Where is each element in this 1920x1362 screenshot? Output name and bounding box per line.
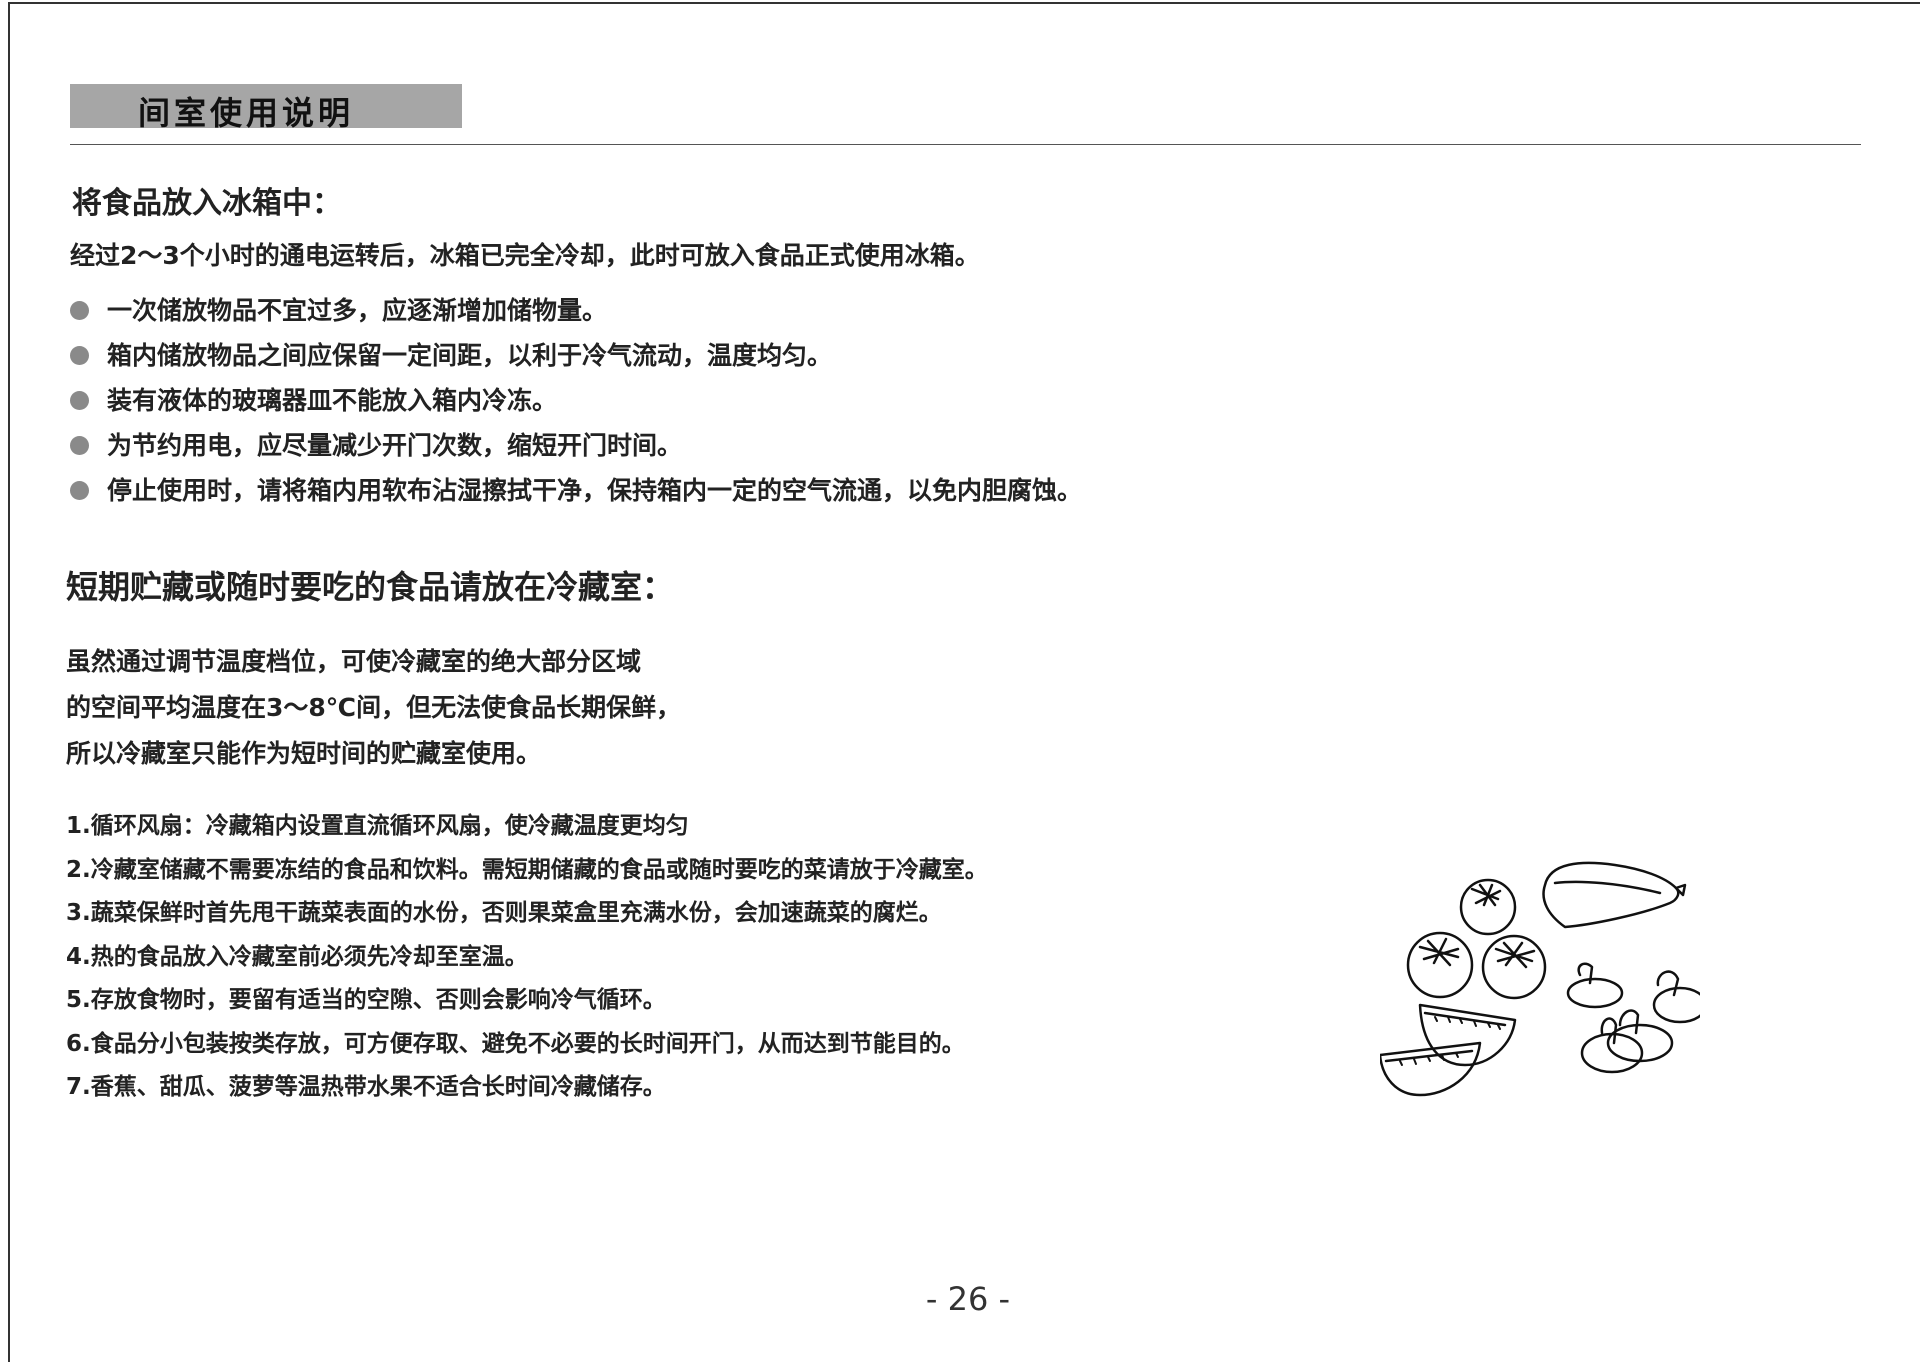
bullet-dot-icon [70, 481, 89, 500]
refrigerator-paragraph: 虽然通过调节温度档位，可使冷藏室的绝大部分区域 的空间平均温度在3～8℃间，但无… [66, 644, 681, 782]
list-item: 装有液体的玻璃器皿不能放入箱内冷冻。 [70, 378, 1082, 423]
banner-title: 间室使用说明 [138, 94, 355, 132]
bullet-dot-icon [70, 301, 89, 320]
bullet-dot-icon [70, 346, 89, 365]
list-item: 停止使用时，请将箱内用软布沾湿擦拭干净，保持箱内一定的空气流通，以免内胆腐蚀。 [70, 468, 1082, 513]
intro-text: 经过2～3个小时的通电运转后，冰箱已完全冷却，此时可放入食品正式使用冰箱。 [70, 241, 980, 270]
list-item: 2.冷藏室储藏不需要冻结的食品和饮料。需短期储藏的食品或随时要吃的菜请放于冷藏室… [66, 856, 988, 883]
paragraph-line: 的空间平均温度在3～8℃间，但无法使食品长期保鲜， [66, 693, 682, 722]
paragraph-line: 虽然通过调节温度档位，可使冷藏室的绝大部分区域 [66, 647, 642, 676]
list-item: 7.香蕉、甜瓜、菠萝等温热带水果不适合长时间冷藏储存。 [66, 1074, 666, 1100]
list-item: 5.存放食物时，要留有适当的空隙、否则会影响冷气循环。 [66, 987, 666, 1013]
section-title-refrigerator: 短期贮藏或随时要吃的食品请放在冷藏室： [66, 568, 675, 606]
list-item: 4.热的食品放入冷藏室前必须先冷却至室温。 [66, 943, 528, 970]
bullet-text: 装有液体的玻璃器皿不能放入箱内冷冻。 [107, 385, 558, 415]
header-divider [70, 144, 1861, 145]
bullet-text: 箱内储放物品之间应保留一定间距，以利于冷气流动，温度均匀。 [107, 340, 833, 370]
list-item: 一次储放物品不宜过多，应逐渐增加储物量。 [70, 288, 1082, 333]
numbered-list: 1.循环风扇：冷藏箱内设置直流循环风扇，使冷藏温度更均匀 2.冷藏室储藏不需要冻… [66, 808, 988, 1113]
section-title-store-food: 将食品放入冰箱中： [72, 186, 342, 221]
bullet-list: 一次储放物品不宜过多，应逐渐增加储物量。 箱内储放物品之间应保留一定间距，以利于… [70, 288, 1082, 513]
paragraph-line: 所以冷藏室只能作为短时间的贮藏室使用。 [66, 739, 542, 768]
page-number: - 26 - [925, 1280, 1011, 1318]
list-item: 6.食品分小包装按类存放，可方便存取、避免不必要的长时间开门，从而达到节能目的。 [66, 1030, 965, 1057]
bullet-dot-icon [70, 436, 89, 455]
bullet-text: 一次储放物品不宜过多，应逐渐增加储物量。 [107, 295, 608, 325]
bullet-dot-icon [70, 391, 89, 410]
bullet-text: 为节约用电，应尽量减少开门次数，缩短开门时间。 [107, 430, 683, 460]
list-item: 箱内储放物品之间应保留一定间距，以利于冷气流动，温度均匀。 [70, 333, 1082, 378]
section-banner: 间室使用说明 [70, 84, 462, 132]
list-item: 为节约用电，应尽量减少开门次数，缩短开门时间。 [70, 423, 1082, 468]
food-sketch-icon [1380, 861, 1700, 1097]
bullet-text: 停止使用时，请将箱内用软布沾湿擦拭干净，保持箱内一定的空气流通，以免内胆腐蚀。 [107, 475, 1083, 505]
list-item: 3.蔬菜保鲜时首先甩干蔬菜表面的水份，否则果菜盒里充满水份，会加速蔬菜的腐烂。 [66, 900, 942, 926]
list-item: 1.循环风扇：冷藏箱内设置直流循环风扇，使冷藏温度更均匀 [66, 813, 689, 839]
